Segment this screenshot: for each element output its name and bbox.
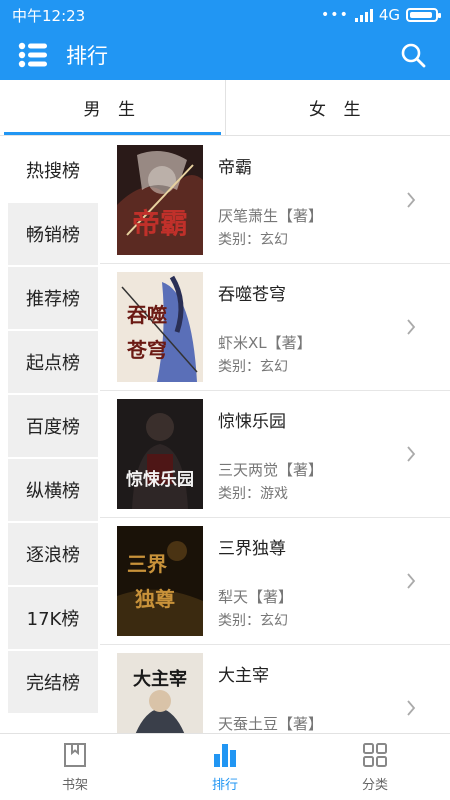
book-title: 帝霸 [218,158,252,178]
rank-item-completed[interactable]: 完结榜 [8,651,98,713]
book-author: 天蚕土豆【著】 [218,715,324,733]
book-author: 三天两觉【著】 [218,461,324,479]
cover-title-text: 帝霸 [132,207,188,240]
tab-male-label: 男 生 [83,100,141,120]
book-item[interactable]: 大主宰 大主宰 天蚕土豆【著】 [100,645,450,733]
nav-category-label: 分类 [361,778,388,793]
book-author: 厌笔萧生【著】 [218,207,324,225]
app-bar: 排行 [0,30,450,80]
gender-tabs: 男 生 女 生 [0,80,450,136]
notification-dots: ••• [321,7,349,23]
network-type: 4G [378,6,400,24]
chevron-right-icon [407,319,416,335]
nav-bookshelf[interactable]: 书架 [0,734,150,800]
status-time: 中午12:23 [12,6,86,25]
book-author: 虾米XL【著】 [218,334,312,352]
cover-title-text: 大主宰 [133,668,187,690]
chevron-right-icon [407,700,416,716]
nav-ranking[interactable]: 排行 [150,734,300,800]
book-title: 大主宰 [218,666,269,686]
book-category: 类别：玄幻 [218,613,288,629]
book-title: 吞噬苍穹 [218,285,286,305]
book-author: 犁天【著】 [218,588,294,606]
book-info: 大主宰 天蚕土豆【著】 [218,653,450,733]
book-category: 类别：游戏 [218,486,288,502]
signal-icon [354,8,373,22]
book-item[interactable]: 惊悚乐园 惊悚乐园 三天两觉【著】 类别：游戏 [100,391,450,518]
rank-item-recommend[interactable]: 推荐榜 [8,267,98,329]
svg-text:吞噬: 吞噬 [127,303,167,327]
svg-text:独尊: 独尊 [135,587,175,611]
app-screen: 中午12:23 ••• 4G 排行 男 生 女 生 热搜榜 畅销榜 推荐榜 起点… [0,0,450,800]
book-title: 三界独尊 [218,539,286,559]
tab-female[interactable]: 女 生 [224,80,450,135]
page-title: 排行 [66,44,108,68]
ranking-icon [214,744,236,767]
book-item[interactable]: 吞噬 苍穹 吞噬苍穹 虾米XL【著】 类别：玄幻 [100,264,450,391]
rank-item-hot-search[interactable]: 热搜榜 [8,139,98,201]
book-cover: 惊悚乐园 [117,399,203,509]
rank-item-qidian[interactable]: 起点榜 [8,331,98,393]
bottom-navigation: 书架 排行 分类 [0,733,450,800]
bookshelf-icon [64,743,86,767]
tab-male[interactable]: 男 生 [0,80,225,135]
book-list: 帝霸 帝霸 厌笔萧生【著】 类别：玄幻 吞噬 苍穹 吞噬苍穹 虾米XL【著】 类… [100,137,450,733]
book-cover: 帝霸 [117,145,203,255]
search-icon[interactable] [400,42,426,68]
chevron-right-icon [407,573,416,589]
tab-female-label: 女 生 [309,100,367,120]
book-cover: 三界 独尊 [117,526,203,636]
nav-bookshelf-label: 书架 [61,778,88,793]
book-category: 类别：玄幻 [218,359,288,375]
svg-text:苍穹: 苍穹 [126,338,167,362]
rank-item-zongheng[interactable]: 纵横榜 [8,459,98,521]
svg-text:三界: 三界 [127,552,167,576]
cover-title-text: 惊悚乐园 [126,469,194,490]
ranking-category-list: 热搜榜 畅销榜 推荐榜 起点榜 百度榜 纵横榜 逐浪榜 17K榜 完结榜 [0,137,100,733]
status-bar: 中午12:23 ••• 4G [0,0,450,30]
rank-item-baidu[interactable]: 百度榜 [8,395,98,457]
chevron-right-icon [407,192,416,208]
status-indicators: ••• 4G [321,6,441,24]
rank-item-bestseller[interactable]: 畅销榜 [8,203,98,265]
category-grid-icon [363,743,387,767]
book-cover: 吞噬 苍穹 [117,272,203,382]
battery-level [410,12,432,18]
nav-category[interactable]: 分类 [300,734,450,800]
nav-ranking-label: 排行 [211,778,238,793]
book-item[interactable]: 三界 独尊 三界独尊 犁天【著】 类别：玄幻 [100,518,450,645]
battery-icon [406,8,441,22]
menu-icon[interactable] [18,41,48,69]
rank-item-17k[interactable]: 17K榜 [8,587,98,649]
book-item[interactable]: 帝霸 帝霸 厌笔萧生【著】 类别：玄幻 [100,137,450,264]
book-cover: 大主宰 [117,653,203,733]
rank-item-zhulang[interactable]: 逐浪榜 [8,523,98,585]
chevron-right-icon [407,446,416,462]
book-category: 类别：玄幻 [218,232,288,248]
book-title: 惊悚乐园 [218,412,286,432]
